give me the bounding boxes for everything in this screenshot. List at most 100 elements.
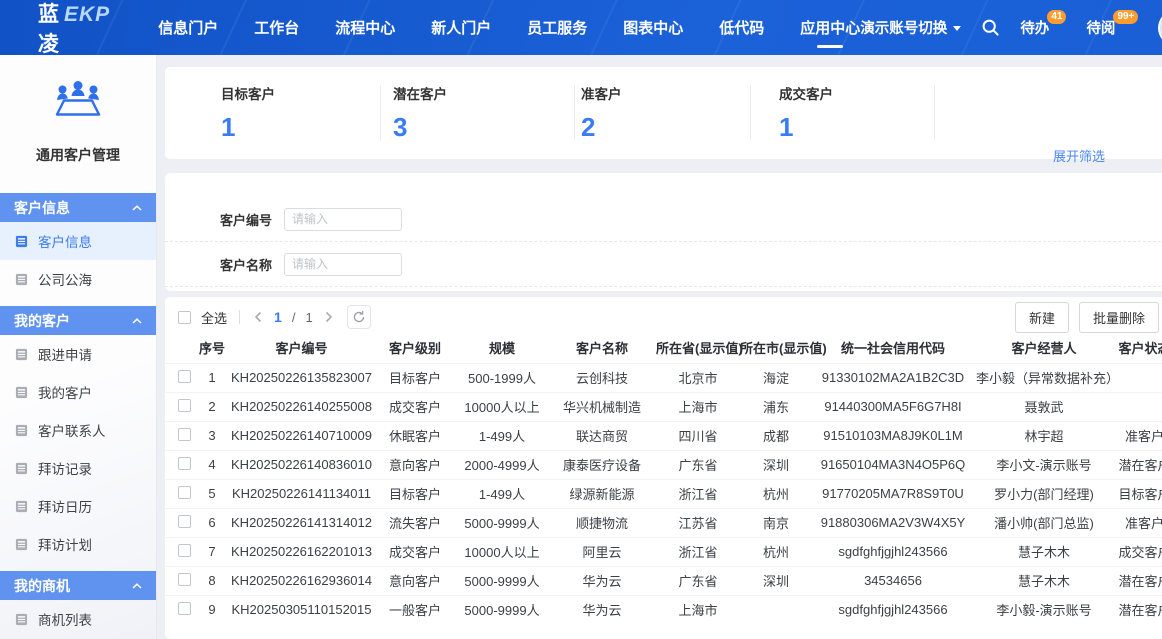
column-header-2[interactable]: 客户级别	[374, 333, 456, 363]
sidebar-item-2-0[interactable]: 商机列表	[0, 600, 156, 638]
cell-5-2: 流失客户	[374, 508, 456, 537]
sidebar-section-header-0[interactable]: 客户信息	[0, 193, 156, 222]
sidebar-item-0-0[interactable]: 客户信息	[0, 222, 156, 260]
stat-value[interactable]: 1	[779, 112, 934, 143]
row-checkbox[interactable]	[178, 515, 191, 528]
sidebar-section-header-1[interactable]: 我的客户	[0, 306, 156, 335]
chevron-up-icon	[132, 205, 142, 211]
column-header-7[interactable]: 统一社会信用代码	[812, 333, 974, 363]
table-row-6[interactable]: 7KH20250226162201013成交客户10000人以上阿里云浙江省杭州…	[165, 537, 1162, 566]
sidebar-item-1-4[interactable]: 拜访日历	[0, 487, 156, 525]
app-logo[interactable]: 蓝凌 EKP	[38, 0, 110, 55]
cell-5-1: KH20250226141314012	[229, 508, 374, 537]
customer-name-input[interactable]	[284, 253, 402, 276]
cell-0-0: 1	[195, 363, 229, 392]
row-checkbox[interactable]	[178, 602, 191, 615]
nav-item-6[interactable]: 低代码	[719, 17, 764, 38]
sidebar-item-label: 商机列表	[38, 609, 92, 629]
filter-card: 展开筛选 客户编号 客户名称	[165, 173, 1162, 291]
cell-4-5: 浙江省	[656, 479, 740, 508]
table-row-2[interactable]: 3KH20250226140710009休眠客户1-499人联达商贸四川省成都9…	[165, 421, 1162, 450]
nav-item-4[interactable]: 员工服务	[527, 17, 587, 38]
cell-3-0: 4	[195, 450, 229, 479]
column-header-8[interactable]: 客户经营人	[974, 333, 1114, 363]
sidebar-item-label: 拜访日历	[38, 496, 92, 516]
column-header-9[interactable]: 客户状态	[1114, 333, 1162, 363]
cell-8-6	[740, 595, 812, 624]
nav-item-7[interactable]: 应用中心	[800, 17, 860, 38]
document-icon	[15, 235, 28, 248]
logo-text-en: EKP	[64, 3, 110, 27]
row-checkbox-cell	[165, 537, 195, 566]
row-checkbox[interactable]	[178, 457, 191, 470]
cell-0-5: 北京市	[656, 363, 740, 392]
new-button[interactable]: 新建	[1015, 302, 1069, 333]
user-menu[interactable]	[1158, 10, 1162, 46]
todo-badge: 41	[1047, 10, 1066, 24]
stat-value[interactable]: 1	[221, 112, 380, 143]
next-page-button[interactable]	[323, 311, 335, 323]
stat-value[interactable]: 3	[393, 112, 574, 143]
batch-delete-button[interactable]: 批量删除	[1079, 302, 1159, 333]
column-header-1[interactable]: 客户编号	[229, 333, 374, 363]
customer-no-input[interactable]	[284, 208, 402, 231]
cell-4-9: 目标客户	[1114, 479, 1162, 508]
row-checkbox[interactable]	[178, 544, 191, 557]
prev-page-button[interactable]	[252, 311, 264, 323]
table-row-4[interactable]: 5KH20250226141134011目标客户1-499人绿源新能源浙江省杭州…	[165, 479, 1162, 508]
account-switch-button[interactable]: 演示账号切换	[860, 17, 961, 38]
stat-0: 目标客户1	[165, 85, 380, 141]
cell-3-7: 91650104MA3N4O5P6Q	[812, 450, 974, 479]
row-checkbox[interactable]	[178, 370, 191, 383]
column-header-5[interactable]: 所在省(显示值)	[656, 333, 740, 363]
top-navbar: 蓝凌 EKP 信息门户 工作台 流程中心 新人门户 员工服务 图表中心 低代码 应用中心 演示…	[0, 0, 1162, 55]
toread-link[interactable]: 待阅 99+	[1086, 17, 1138, 38]
table-row-3[interactable]: 4KH20250226140836010意向客户2000-4999人康泰医疗设备…	[165, 450, 1162, 479]
search-icon[interactable]	[981, 18, 1000, 37]
refresh-button[interactable]	[347, 305, 371, 329]
row-checkbox[interactable]	[178, 573, 191, 586]
sidebar-item-1-5[interactable]: 拜访计划	[0, 525, 156, 563]
todo-link[interactable]: 待办 41	[1020, 17, 1066, 38]
row-checkbox[interactable]	[178, 399, 191, 412]
nav-item-1[interactable]: 工作台	[254, 17, 299, 38]
cell-7-5: 广东省	[656, 566, 740, 595]
nav-item-3[interactable]: 新人门户	[431, 17, 491, 38]
column-header-6[interactable]: 所在市(显示值)	[740, 333, 812, 363]
row-checkbox[interactable]	[178, 486, 191, 499]
table-row-5[interactable]: 6KH20250226141314012流失客户5000-9999人顺捷物流江苏…	[165, 508, 1162, 537]
column-header-0[interactable]: 序号	[195, 333, 229, 363]
stat-value[interactable]: 2	[581, 112, 750, 143]
sidebar-section-title: 我的商机	[14, 576, 70, 596]
logo-text-cn: 蓝凌	[38, 0, 60, 55]
sidebar-item-1-3[interactable]: 拜访记录	[0, 449, 156, 487]
table-row-1[interactable]: 2KH20250226140255008成交客户10000人以上华兴机械制造上海…	[165, 392, 1162, 421]
row-checkbox[interactable]	[178, 428, 191, 441]
cell-8-9: 潜在客户	[1114, 595, 1162, 624]
nav-item-2[interactable]: 流程中心	[335, 17, 395, 38]
row-checkbox-cell	[165, 479, 195, 508]
sidebar-item-1-2[interactable]: 客户联系人	[0, 411, 156, 449]
sidebar-item-1-0[interactable]: 跟进申请	[0, 335, 156, 373]
stat-empty	[934, 85, 1162, 141]
table-row-7[interactable]: 8KH20250226162936014意向客户5000-9999人华为云广东省…	[165, 566, 1162, 595]
nav-item-5[interactable]: 图表中心	[623, 17, 683, 38]
select-all-checkbox[interactable]	[178, 311, 191, 324]
cell-5-4: 顺捷物流	[548, 508, 656, 537]
cell-2-1: KH20250226140710009	[229, 421, 374, 450]
toread-label: 待阅	[1086, 17, 1115, 38]
expand-filters-link[interactable]: 展开筛选	[1053, 146, 1105, 165]
sidebar-section-header-2[interactable]: 我的商机	[0, 571, 156, 600]
stat-label: 准客户	[581, 83, 750, 103]
refresh-icon	[352, 310, 366, 324]
column-header-3[interactable]: 规模	[456, 333, 548, 363]
cell-3-9: 潜在客户	[1114, 450, 1162, 479]
sidebar-item-1-1[interactable]: 我的客户	[0, 373, 156, 411]
cell-7-6: 深圳	[740, 566, 812, 595]
table-row-0[interactable]: 1KH20250226135823007目标客户500-1999人云创科技北京市…	[165, 363, 1162, 392]
sidebar-item-0-1[interactable]: 公司公海	[0, 260, 156, 298]
table-row-8[interactable]: 9KH20250305110152015一般客户5000-9999人华为云上海市…	[165, 595, 1162, 624]
column-header-4[interactable]: 客户名称	[548, 333, 656, 363]
nav-item-0[interactable]: 信息门户	[158, 17, 218, 38]
stat-label: 潜在客户	[393, 83, 574, 103]
